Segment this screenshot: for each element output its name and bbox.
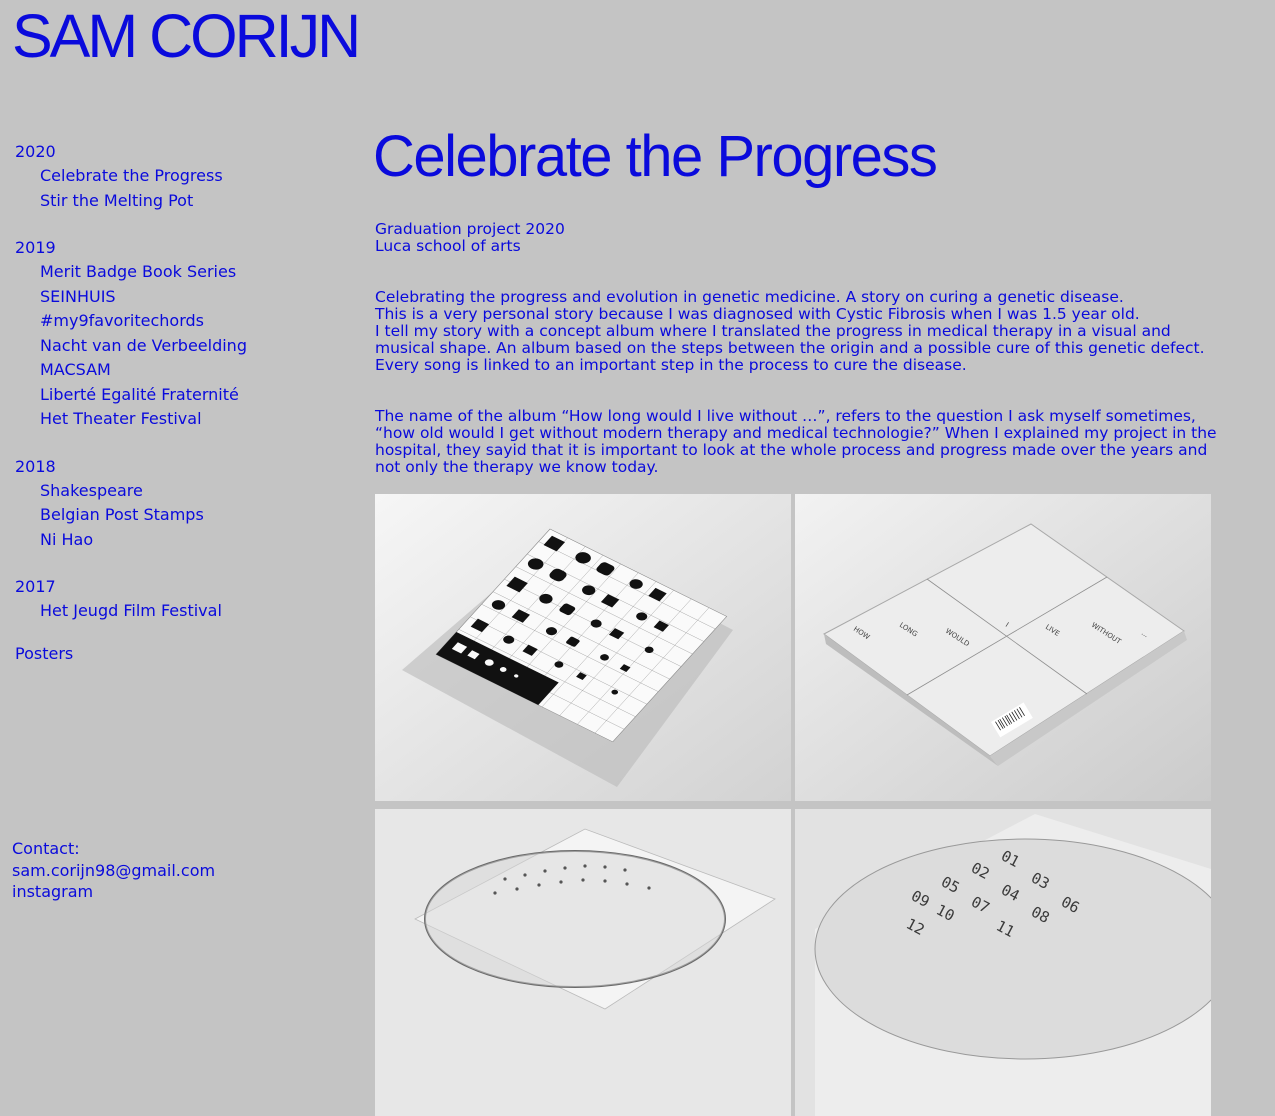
nav-item-liberte-egalite-fraternite[interactable]: Liberté Egalité Fraternité bbox=[15, 383, 355, 408]
nav-item-nacht-van-de-verbeelding[interactable]: Nacht van de Verbeelding bbox=[15, 334, 355, 359]
nav-year-2018[interactable]: 2018 bbox=[15, 455, 355, 479]
description-line: Celebrating the progress and evolution i… bbox=[375, 288, 1124, 306]
project-nav: 2020 Celebrate the Progress Stir the Mel… bbox=[15, 140, 355, 666]
album-track-numbers-photo[interactable]: 01 02 03 04 05 06 07 08 09 10 11 12 bbox=[795, 809, 1211, 1116]
nav-item-seinhuis[interactable]: SEINHUIS bbox=[15, 285, 355, 310]
album-note-text: The name of the album “How long would I … bbox=[375, 407, 1217, 476]
nav-year-2019[interactable]: 2019 bbox=[15, 236, 355, 260]
nav-item-ni-hao[interactable]: Ni Hao bbox=[15, 528, 355, 553]
description-line: I tell my story with a concept album whe… bbox=[375, 322, 1205, 374]
site-title[interactable]: SAM CORIJN bbox=[12, 4, 361, 68]
nav-item-het-theater-festival[interactable]: Het Theater Festival bbox=[15, 407, 355, 432]
album-front-cover-photo[interactable] bbox=[375, 494, 791, 801]
nav-item-belgian-post-stamps[interactable]: Belgian Post Stamps bbox=[15, 503, 355, 528]
album-disc-photo[interactable] bbox=[375, 809, 791, 1116]
nav-item-het-jeugd-film-festival[interactable]: Het Jeugd Film Festival bbox=[15, 599, 355, 624]
nav-item-my9favoritechords[interactable]: #my9favoritechords bbox=[15, 309, 355, 334]
nav-year-2020[interactable]: 2020 bbox=[15, 140, 355, 164]
nav-item-posters[interactable]: Posters bbox=[15, 642, 355, 666]
subtitle-line: Graduation project 2020 bbox=[375, 220, 565, 238]
instagram-link[interactable]: instagram bbox=[12, 881, 215, 903]
subtitle-line: Luca school of arts bbox=[375, 237, 521, 255]
nav-year-2017[interactable]: 2017 bbox=[15, 575, 355, 599]
project-album-note: The name of the album “How long would I … bbox=[375, 408, 1235, 476]
contact-block: Contact: sam.corijn98@gmail.com instagra… bbox=[12, 838, 215, 903]
nav-item-shakespeare[interactable]: Shakespeare bbox=[15, 479, 355, 504]
nav-item-stir-the-melting-pot[interactable]: Stir the Melting Pot bbox=[15, 189, 355, 214]
nav-item-merit-badge-book-series[interactable]: Merit Badge Book Series bbox=[15, 260, 355, 285]
project-subtitle: Graduation project 2020 Luca school of a… bbox=[375, 221, 1235, 255]
project-description: Celebrating the progress and evolution i… bbox=[375, 289, 1235, 374]
contact-email-link[interactable]: sam.corijn98@gmail.com bbox=[12, 860, 215, 882]
nav-item-celebrate-the-progress[interactable]: Celebrate the Progress bbox=[15, 164, 355, 189]
contact-label: Contact: bbox=[12, 839, 80, 858]
nav-item-macsam[interactable]: MACSAM bbox=[15, 358, 355, 383]
project-title: Celebrate the Progress bbox=[373, 124, 938, 189]
description-line: This is a very personal story because I … bbox=[375, 305, 1140, 323]
album-back-cover-photo[interactable]: HOW LONG WOULD I LIVE WITHOUT ... bbox=[795, 494, 1211, 801]
